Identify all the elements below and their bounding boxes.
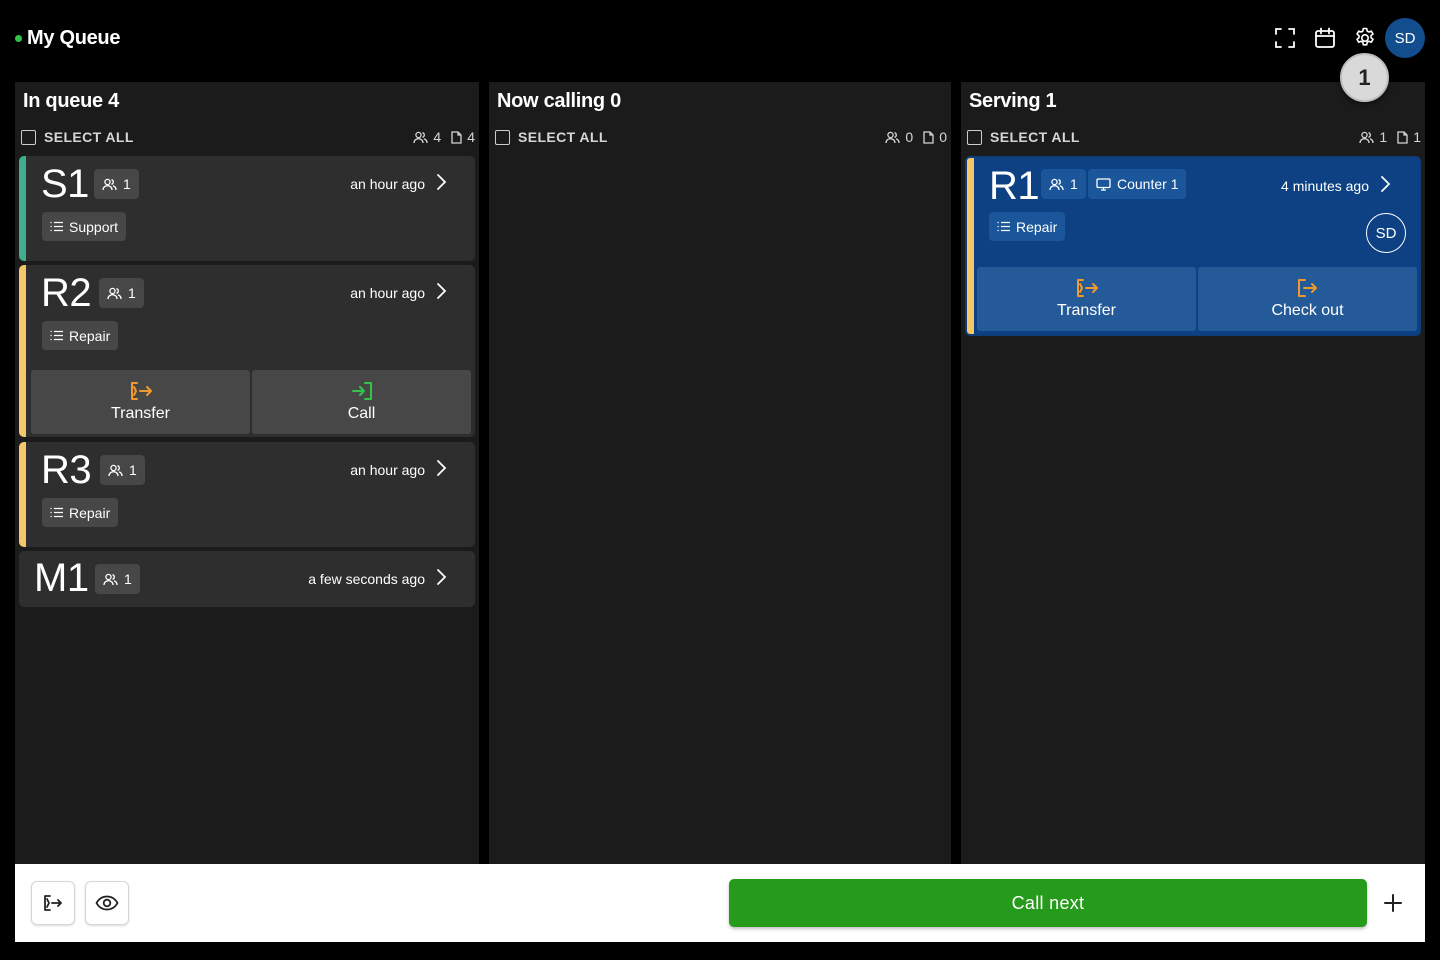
- ticket-number: R1: [989, 164, 1040, 208]
- document-icon: [451, 130, 462, 144]
- select-all-label[interactable]: SELECT ALL: [518, 129, 608, 145]
- card-stripe: [19, 265, 26, 437]
- ticket-number: R3: [41, 448, 92, 492]
- transfer-icon: [130, 382, 152, 400]
- plus-icon[interactable]: [1380, 890, 1406, 916]
- chevron-right-icon[interactable]: [435, 459, 447, 477]
- people-chip: 1: [94, 169, 139, 199]
- people-chip: 1: [99, 278, 144, 308]
- select-all-checkbox[interactable]: [967, 129, 982, 145]
- column-toolbar: SELECT ALL 4 4: [21, 127, 475, 147]
- page-title: My Queue: [15, 27, 120, 50]
- people-icon: [107, 287, 122, 299]
- column-title: In queue 4: [23, 90, 119, 112]
- document-count: 1: [1413, 129, 1421, 145]
- user-avatar[interactable]: SD: [1385, 18, 1425, 58]
- card-stripe: [19, 442, 26, 547]
- people-count: 4: [433, 129, 442, 145]
- assignee-avatar: SD: [1366, 213, 1406, 253]
- call-next-button[interactable]: Call next: [729, 879, 1367, 927]
- people-count: 1: [1379, 129, 1388, 145]
- list-icon: [50, 221, 63, 232]
- people-chip: 1: [1041, 169, 1086, 199]
- people-icon: [413, 131, 429, 143]
- column-toolbar: SELECT ALL 0 0: [495, 127, 947, 147]
- monitor-icon: [1096, 177, 1111, 191]
- footer-bar: Call next: [15, 864, 1425, 942]
- card-actions: Transfer Check out: [977, 267, 1417, 331]
- card-stripe: [19, 156, 26, 261]
- ticket-number: M1: [34, 556, 89, 600]
- settings-icon[interactable]: [1349, 22, 1381, 54]
- people-icon: [1049, 178, 1064, 190]
- transfer-icon: [1076, 279, 1098, 297]
- service-chip: Support: [42, 212, 127, 241]
- eye-icon: [95, 895, 119, 911]
- ticket-card-r2[interactable]: R2 1 an hour ago Repair Transfer Call: [19, 265, 475, 437]
- check-out-icon: [1297, 279, 1317, 297]
- document-icon: [923, 130, 934, 144]
- check-out-button[interactable]: Check out: [1198, 267, 1417, 331]
- chevron-right-icon[interactable]: [435, 568, 447, 586]
- people-icon: [102, 178, 117, 190]
- people-icon: [1359, 131, 1375, 143]
- ticket-card-s1[interactable]: S1 1 an hour ago Support: [19, 156, 475, 261]
- ticket-time: an hour ago: [350, 176, 425, 192]
- page-title-text: My Queue: [27, 27, 121, 49]
- ticket-card-r1[interactable]: R1 1 Counter 1 4 minutes ago Repair SD T…: [965, 156, 1421, 336]
- ticket-time: a few seconds ago: [308, 571, 425, 587]
- ticket-card-m1[interactable]: M1 1 a few seconds ago: [19, 551, 475, 607]
- view-button[interactable]: [85, 881, 129, 925]
- ticket-time: an hour ago: [350, 285, 425, 301]
- calendar-icon[interactable]: [1309, 22, 1341, 54]
- service-chip: Repair: [989, 212, 1066, 241]
- card-stripe: [967, 158, 974, 334]
- ticket-time: 4 minutes ago: [1281, 178, 1369, 194]
- call-button[interactable]: Call: [252, 370, 471, 434]
- service-chip: Repair: [42, 321, 119, 350]
- select-all-checkbox[interactable]: [495, 129, 510, 145]
- step-badge: 1: [1340, 53, 1389, 102]
- list-icon: [50, 330, 63, 341]
- transfer-button[interactable]: Transfer: [977, 267, 1196, 331]
- ticket-number: S1: [41, 162, 89, 206]
- document-count: 4: [467, 129, 475, 145]
- column-now-calling: Now calling 0 SELECT ALL 0 0: [489, 82, 951, 864]
- ticket-time: an hour ago: [350, 462, 425, 478]
- counter-chip: Counter 1: [1088, 169, 1187, 199]
- ticket-card-r3[interactable]: R3 1 an hour ago Repair: [19, 442, 475, 547]
- column-in-queue: In queue 4 SELECT ALL 4 4 S1 1 an hour a…: [15, 82, 479, 864]
- logout-button[interactable]: [31, 881, 75, 925]
- ticket-number: R2: [41, 271, 92, 315]
- people-count: 0: [905, 129, 914, 145]
- list-icon: [997, 221, 1010, 232]
- select-all-checkbox[interactable]: [21, 129, 36, 145]
- select-all-label[interactable]: SELECT ALL: [990, 129, 1080, 145]
- chevron-right-icon[interactable]: [435, 173, 447, 191]
- document-count: 0: [939, 129, 947, 145]
- fullscreen-icon[interactable]: [1269, 22, 1301, 54]
- column-toolbar: SELECT ALL 1 1: [967, 127, 1421, 147]
- column-serving: Serving 1 SELECT ALL 1 1 R1 1 Counter 1 …: [961, 82, 1425, 864]
- chevron-right-icon[interactable]: [1379, 175, 1391, 193]
- select-all-label[interactable]: SELECT ALL: [44, 129, 134, 145]
- people-icon: [108, 464, 123, 476]
- service-chip: Repair: [42, 498, 119, 527]
- card-actions: Transfer Call: [31, 370, 471, 434]
- logout-icon: [44, 895, 62, 911]
- people-icon: [103, 573, 118, 585]
- chevron-right-icon[interactable]: [435, 282, 447, 300]
- column-title: Serving 1: [969, 90, 1057, 112]
- column-title: Now calling 0: [497, 90, 621, 112]
- transfer-button[interactable]: Transfer: [31, 370, 250, 434]
- status-dot: [15, 35, 22, 42]
- people-chip: 1: [100, 455, 145, 485]
- document-icon: [1397, 130, 1408, 144]
- list-icon: [50, 507, 63, 518]
- call-icon: [351, 382, 372, 400]
- people-icon: [885, 131, 901, 143]
- people-chip: 1: [95, 564, 140, 594]
- top-bar: My Queue SD: [0, 0, 1440, 80]
